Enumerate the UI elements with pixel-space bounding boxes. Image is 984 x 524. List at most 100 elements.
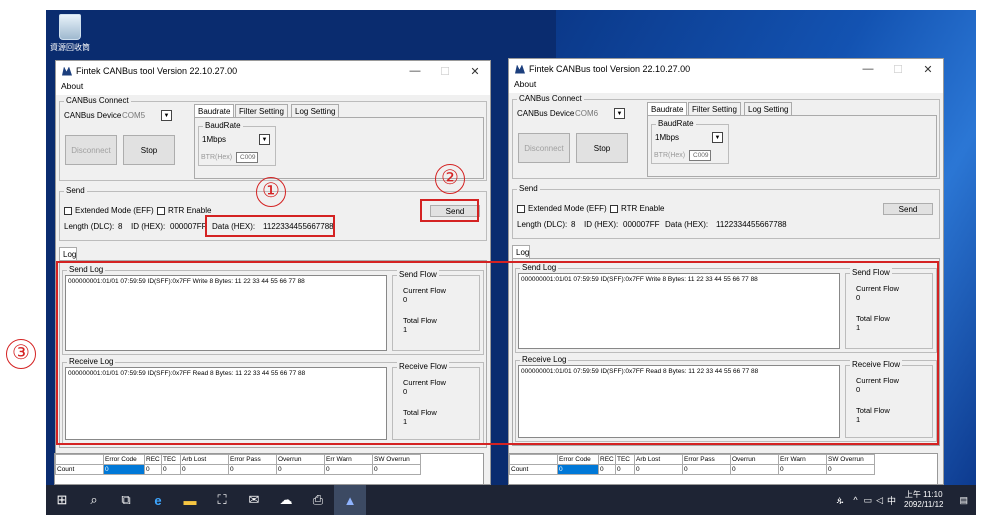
close-icon[interactable]: ✕ (460, 65, 490, 78)
start-icon[interactable]: ⊞ (46, 485, 78, 515)
people-icon[interactable]: ዹ (837, 495, 844, 506)
stats-cell[interactable]: 0 (276, 464, 325, 475)
stats-header-cell: REC (598, 454, 616, 465)
extended-mode-label: Extended Mode (EFF) (75, 206, 154, 215)
id-value[interactable]: 000007FF (623, 220, 659, 229)
length-value[interactable]: 8 (118, 222, 122, 231)
stats-header-cell: Err Warn (324, 454, 373, 465)
stats-header-cell: Error Code (557, 454, 599, 465)
group-label: CANBus Connect (517, 94, 584, 103)
btr-label: BTR(Hex) (654, 152, 686, 159)
rtr-enable-checkbox[interactable]: RTR Enable (157, 206, 211, 215)
extended-mode-checkbox[interactable]: Extended Mode (EFF) (64, 206, 154, 215)
rtr-enable-label: RTR Enable (621, 204, 665, 213)
window-title: Fintek CANBus tool Version 22.10.27.00 (76, 66, 238, 76)
canbus-tool-taskbar-icon[interactable]: ▲ (334, 485, 366, 515)
rtr-enable-checkbox[interactable]: RTR Enable (610, 204, 664, 213)
chevron-up-icon[interactable]: ^ (853, 495, 857, 505)
log-area-highlight (56, 261, 939, 445)
stats-header-cell: Overrun (730, 454, 779, 465)
tab-filter-setting[interactable]: Filter Setting (688, 102, 741, 116)
title-bar[interactable]: Fintek CANBus tool Version 22.10.27.00 —… (509, 59, 943, 79)
id-value[interactable]: 000007FF (170, 222, 206, 231)
send-button[interactable]: Send (883, 203, 933, 215)
device-app-icon[interactable]: ⎙ (302, 485, 334, 515)
device-label: CANBus Device (64, 111, 122, 120)
menu-about[interactable]: About (514, 79, 536, 89)
tab-log[interactable]: Log (59, 247, 77, 261)
baudrate-label: BaudRate (203, 121, 243, 130)
ime-indicator[interactable]: 中 (887, 494, 896, 507)
device-value: COM6 (575, 109, 599, 118)
clock[interactable]: 上午 11:10 2092/11/12 (904, 490, 943, 510)
stats-header-cell: SW Overrun (372, 454, 421, 465)
task-view-icon[interactable]: ⧉ (110, 485, 142, 515)
stats-cell[interactable]: 0 (372, 464, 421, 475)
annotation-1: ① (256, 177, 286, 207)
data-value[interactable]: 1122334455667788 (716, 220, 787, 229)
stats-header-row: Error Code REC TEC Arb Lost Error Pass Overru… (55, 454, 421, 465)
btr-field[interactable]: C009 (689, 150, 711, 161)
tab-baudrate[interactable]: Baudrate (194, 104, 235, 118)
network-app-icon[interactable]: ☁ (270, 485, 302, 515)
edge-icon[interactable]: e (142, 485, 174, 515)
disconnect-button[interactable]: Disconnect (65, 135, 117, 165)
device-value: COM5 (122, 111, 146, 120)
stats-cell[interactable]: 0 (144, 464, 162, 475)
notification-icon[interactable]: ▤ (959, 495, 968, 506)
tab-log[interactable]: Log (512, 245, 530, 259)
extended-mode-checkbox[interactable]: Extended Mode (EFF) (517, 204, 607, 213)
baudrate-dropdown-icon[interactable]: ▼ (259, 134, 270, 145)
minimize-icon[interactable]: — (400, 65, 430, 78)
annotation-2: ② (435, 164, 465, 194)
volume-icon[interactable]: ◁ (876, 495, 883, 506)
stats-cell: Count (509, 464, 558, 475)
stats-cell[interactable]: 0 (103, 464, 145, 475)
send-group: Send Extended Mode (EFF) RTR Enable Send… (512, 184, 940, 239)
stats-cell[interactable]: 0 (778, 464, 827, 475)
id-label: ID (HEX): (584, 220, 619, 229)
stats-cell[interactable]: 0 (634, 464, 683, 475)
store-icon[interactable]: ⛶ (206, 485, 238, 515)
stats-cell[interactable]: 0 (682, 464, 731, 475)
stats-cell[interactable]: 0 (826, 464, 875, 475)
stats-cell[interactable]: 0 (557, 464, 599, 475)
menu-about[interactable]: About (61, 81, 83, 91)
stop-button[interactable]: Stop (576, 133, 628, 163)
close-icon[interactable]: ✕ (913, 63, 943, 76)
stop-button[interactable]: Stop (123, 135, 175, 165)
baudrate-value: 1Mbps (655, 133, 680, 142)
title-bar[interactable]: Fintek CANBus tool Version 22.10.27.00 —… (56, 61, 490, 81)
stats-cell[interactable]: 0 (161, 464, 181, 475)
baudrate-label: BaudRate (656, 119, 696, 128)
send-group-label: Send (64, 186, 87, 195)
stats-cell[interactable]: 0 (730, 464, 779, 475)
tab-baudrate[interactable]: Baudrate (647, 102, 688, 116)
canbus-connect-group: CANBus Connect CANBus Device COM5 ▼ Disc… (59, 96, 487, 181)
tab-log-setting[interactable]: Log Setting (744, 102, 793, 116)
file-explorer-icon[interactable]: ▬ (174, 485, 206, 515)
btr-field[interactable]: C009 (236, 152, 258, 163)
baudrate-dropdown-icon[interactable]: ▼ (712, 132, 723, 143)
device-dropdown-icon[interactable]: ▼ (614, 108, 625, 119)
stats-cell[interactable]: 0 (598, 464, 616, 475)
baudrate-group: BaudRate 1Mbps ▼ BTR(Hex) C009 (651, 119, 729, 164)
tab-log-setting[interactable]: Log Setting (291, 104, 340, 118)
network-icon[interactable]: ▭ (864, 495, 873, 506)
baudrate-group: BaudRate 1Mbps ▼ BTR(Hex) C009 (198, 121, 276, 166)
tab-filter-setting[interactable]: Filter Setting (235, 104, 288, 118)
stats-cell[interactable]: 0 (615, 464, 635, 475)
minimize-icon[interactable]: — (853, 63, 883, 76)
stats-cell[interactable]: 0 (180, 464, 229, 475)
disconnect-button[interactable]: Disconnect (518, 133, 570, 163)
length-label: Length (DLC): (64, 222, 115, 231)
recycle-bin[interactable]: 資源回收筒 (46, 14, 94, 53)
mail-icon[interactable]: ✉ (238, 485, 270, 515)
length-value[interactable]: 8 (571, 220, 575, 229)
stats-cell[interactable]: 0 (324, 464, 373, 475)
clock-date: 2092/11/12 (904, 500, 944, 509)
search-icon[interactable]: ⌕ (78, 485, 110, 515)
stats-cell[interactable]: 0 (228, 464, 277, 475)
device-dropdown-icon[interactable]: ▼ (161, 110, 172, 121)
send-group-label: Send (517, 184, 540, 193)
